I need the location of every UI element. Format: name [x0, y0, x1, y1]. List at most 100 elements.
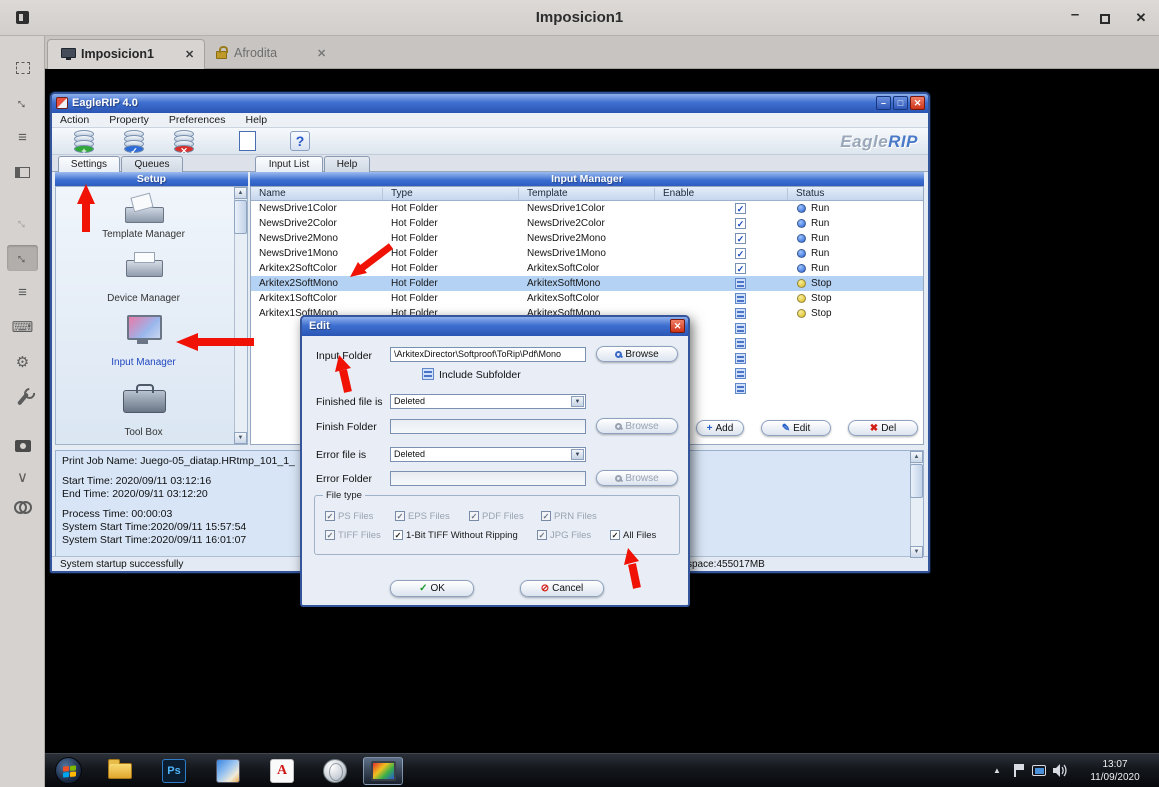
tool-box-icon[interactable] [122, 383, 166, 413]
checkbox-tiff-files[interactable]: ✓TIFF Files [325, 529, 381, 541]
scroll-thumb[interactable] [234, 200, 247, 234]
pdf-reader-taskbar-icon[interactable]: A [270, 759, 294, 783]
delete-input-toolbar-icon[interactable]: ✕ [172, 130, 198, 152]
active-app-taskbar-button[interactable] [363, 757, 403, 785]
enable-checkbox[interactable]: ✓ [735, 248, 746, 259]
settings-gear-icon[interactable]: ⚙ [0, 350, 45, 376]
input-folder-field[interactable]: \ArkitexDirector\Softproof\ToRip\Pdf\Mon… [390, 347, 586, 362]
enable-checkbox[interactable] [735, 308, 746, 319]
checkbox-prn-files[interactable]: ✓PRN Files [541, 510, 597, 522]
setup-item-template-manager[interactable]: Template Manager [56, 229, 231, 240]
close-button[interactable]: ✕ [1128, 0, 1154, 36]
tab-settings[interactable]: Settings [58, 156, 120, 172]
tab-help[interactable]: Help [324, 156, 370, 172]
checkbox-eps-files[interactable]: ✓EPS Files [395, 510, 450, 522]
enable-checkbox[interactable]: ✓ [735, 203, 746, 214]
chevron-down-icon[interactable]: ▼ [571, 396, 584, 407]
chevron-down-icon[interactable]: ▼ [571, 449, 584, 460]
del-button[interactable]: ✖ Del [848, 420, 918, 436]
finished-file-dropdown[interactable]: Deleted▼ [390, 394, 586, 409]
fullscreen-icon[interactable] [0, 55, 45, 81]
enable-checkbox[interactable] [735, 368, 746, 379]
enable-checkbox[interactable] [735, 293, 746, 304]
minimize-icon[interactable]: – [876, 96, 891, 110]
checkbox-jpg-files[interactable]: ✓JPG Files [537, 529, 591, 541]
table-row[interactable]: NewsDrive2MonoHot FolderNewsDrive2Mono✓R… [251, 231, 923, 246]
scroll-up-icon[interactable]: ▲ [234, 187, 247, 199]
explorer-taskbar-icon[interactable] [108, 759, 132, 783]
setup-scrollbar[interactable]: ▲ ▼ [234, 187, 247, 444]
browse-input-folder-button[interactable]: Browse [596, 346, 678, 362]
document-toolbar-icon[interactable] [239, 131, 256, 151]
edit-button[interactable]: ✎ Edit [761, 420, 831, 436]
eaglerip-titlebar[interactable]: EagleRIP 4.0 – □ ✕ [52, 94, 928, 113]
enable-input-toolbar-icon[interactable]: ✓ [122, 130, 148, 152]
tray-expand-icon[interactable]: ▲ [993, 766, 1001, 775]
display-tray-icon[interactable] [1032, 765, 1046, 776]
enable-checkbox[interactable] [735, 353, 746, 364]
scroll-thumb[interactable] [910, 464, 923, 498]
action-center-flag-icon[interactable] [1014, 764, 1024, 777]
tab-queues[interactable]: Queues [121, 156, 183, 172]
device-manager-icon[interactable] [124, 251, 164, 279]
input-manager-icon[interactable] [124, 315, 164, 345]
enable-checkbox[interactable]: ✓ [735, 263, 746, 274]
dialog-titlebar[interactable]: Edit ✕ [302, 317, 688, 336]
tools-wrench-icon[interactable] [0, 385, 45, 411]
log-scrollbar[interactable]: ▲ ▼ [910, 451, 923, 558]
restore-button[interactable] [1100, 14, 1110, 24]
menu-property[interactable]: Property [109, 114, 149, 127]
include-subfolder-checkbox[interactable] [422, 368, 434, 380]
close-icon[interactable]: ✕ [910, 96, 925, 110]
menu-preferences[interactable]: Preferences [169, 114, 226, 127]
setup-item-input-manager[interactable]: Input Manager [56, 357, 231, 368]
minimize-button[interactable]: – [1062, 0, 1088, 36]
scroll-down-icon[interactable]: ▼ [910, 546, 923, 558]
enable-checkbox[interactable]: ✓ [735, 233, 746, 244]
checkbox-pdf-files[interactable]: ✓PDF Files [469, 510, 524, 522]
image-viewer-taskbar-icon[interactable] [216, 759, 240, 783]
collapse-chevron-icon[interactable]: ∨ [0, 465, 45, 491]
enable-checkbox[interactable] [735, 383, 746, 394]
scale-icon[interactable]: ↔ [0, 90, 45, 116]
template-manager-icon[interactable] [124, 195, 164, 223]
tab-imposicion1[interactable]: Imposicion1 ✕ [47, 39, 205, 69]
table-row[interactable]: Arkitex2SoftMonoHot FolderArkitexSoftMon… [251, 276, 923, 291]
photoshop-taskbar-icon[interactable]: Ps [162, 759, 186, 783]
menu-action[interactable]: Action [60, 114, 89, 127]
cancel-button[interactable]: ⊘ Cancel [520, 580, 604, 597]
screenshot-camera-icon[interactable] [0, 433, 45, 459]
tab-close-icon[interactable]: ✕ [317, 47, 326, 60]
side-panel-icon[interactable] [0, 159, 45, 185]
table-row[interactable]: NewsDrive1MonoHot FolderNewsDrive1Mono✓R… [251, 246, 923, 261]
enable-checkbox[interactable] [735, 323, 746, 334]
browser-taskbar-icon[interactable] [323, 759, 347, 783]
start-button[interactable] [55, 757, 82, 784]
enable-checkbox[interactable] [735, 278, 746, 289]
options-icon[interactable]: ≡ [0, 280, 45, 306]
menu-icon[interactable]: ≡ [0, 125, 45, 151]
dynamic-resolution-icon[interactable]: ↔ [7, 245, 38, 271]
error-file-dropdown[interactable]: Deleted▼ [390, 447, 586, 462]
enable-checkbox[interactable]: ✓ [735, 218, 746, 229]
tab-input-list[interactable]: Input List [255, 156, 323, 172]
help-toolbar-icon[interactable]: ? [290, 131, 310, 151]
add-input-toolbar-icon[interactable]: + [72, 130, 98, 152]
tab-afrodita[interactable]: Afrodita ✕ [207, 39, 339, 69]
checkbox-ps-files[interactable]: ✓PS Files [325, 510, 373, 522]
disconnect-icon[interactable] [0, 492, 45, 518]
volume-speaker-icon[interactable] [1053, 764, 1068, 782]
scroll-down-icon[interactable]: ▼ [234, 432, 247, 444]
table-row[interactable]: Arkitex1SoftColorHot FolderArkitexSoftCo… [251, 291, 923, 306]
maximize-icon[interactable]: □ [893, 96, 908, 110]
close-icon[interactable]: ✕ [670, 319, 685, 333]
table-row[interactable]: NewsDrive2ColorHot FolderNewsDrive2Color… [251, 216, 923, 231]
checkbox-1bit-tiff[interactable]: ✓1-Bit TIFF Without Ripping [393, 529, 518, 541]
ok-button[interactable]: ✓ OK [390, 580, 474, 597]
checkbox-all-files[interactable]: ✓All Files [610, 529, 656, 541]
enable-checkbox[interactable] [735, 338, 746, 349]
setup-item-tool-box[interactable]: Tool Box [56, 427, 231, 438]
tab-close-icon[interactable]: ✕ [185, 48, 194, 61]
clock[interactable]: 13:07 11/09/2020 [1077, 758, 1153, 784]
menu-help[interactable]: Help [246, 114, 268, 127]
